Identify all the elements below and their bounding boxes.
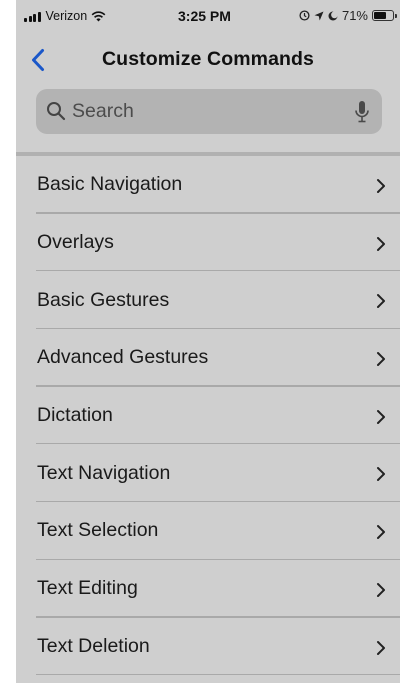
- status-bar: Verizon 3:25 PM 71%: [16, 0, 400, 34]
- list-item[interactable]: Basic Navigation: [16, 156, 400, 214]
- phone-screen: Verizon 3:25 PM 71% Customize Commands S…: [16, 0, 400, 683]
- chevron-right-icon: [377, 294, 385, 309]
- search-bar[interactable]: [36, 89, 382, 134]
- carrier-name: Verizon: [45, 9, 88, 23]
- location-icon: [314, 11, 324, 20]
- navigation-bar: Customize Commands: [16, 38, 400, 82]
- list-item-label: Basic Gestures: [37, 288, 170, 311]
- search-input[interactable]: [72, 89, 342, 134]
- wifi-icon: [91, 10, 106, 21]
- list-item[interactable]: Text Selection: [16, 502, 400, 560]
- list-item[interactable]: Dictation: [16, 387, 400, 445]
- list-item[interactable]: Text Navigation: [16, 444, 400, 502]
- status-time: 3:25 PM: [178, 8, 231, 24]
- list-item-label: Dictation: [37, 404, 113, 427]
- do-not-disturb-icon: [328, 10, 338, 20]
- list-item[interactable]: Advanced Gestures: [16, 329, 400, 387]
- status-bar-left: Verizon: [24, 9, 106, 23]
- command-category-list: Basic Navigation Overlays Basic Gestures Ad…: [16, 156, 400, 675]
- list-item-label: Overlays: [37, 231, 114, 254]
- mic-icon[interactable]: [354, 100, 370, 124]
- battery-percentage: 71%: [341, 8, 368, 23]
- chevron-right-icon: [377, 179, 385, 193]
- page-title: Customize Commands: [102, 48, 314, 70]
- list-item[interactable]: Text Deletion: [16, 618, 400, 676]
- status-bar-right: 71%: [299, 8, 397, 23]
- list-item[interactable]: Overlays: [16, 214, 400, 272]
- search-icon: [47, 102, 66, 121]
- list-item-label: Text Editing: [37, 577, 138, 600]
- list-item-label: Text Selection: [37, 519, 159, 542]
- list-item-label: Basic Navigation: [37, 173, 183, 196]
- list-item-label: Advanced Gestures: [37, 346, 209, 369]
- alarm-icon: [299, 10, 310, 21]
- chevron-right-icon: [377, 467, 385, 482]
- chevron-right-icon: [377, 236, 385, 251]
- chevron-right-icon: [377, 640, 385, 655]
- list-item[interactable]: Basic Gestures: [16, 271, 400, 329]
- list-item[interactable]: Text Editing: [16, 560, 400, 618]
- battery-icon: [372, 10, 397, 21]
- chevron-right-icon: [377, 525, 385, 540]
- signal-bars-icon: [24, 11, 41, 22]
- chevron-right-icon: [377, 582, 385, 597]
- list-item-label: Text Navigation: [37, 461, 171, 484]
- list-item-label: Text Deletion: [37, 634, 150, 657]
- chevron-right-icon: [377, 352, 385, 367]
- chevron-right-icon: [377, 409, 385, 424]
